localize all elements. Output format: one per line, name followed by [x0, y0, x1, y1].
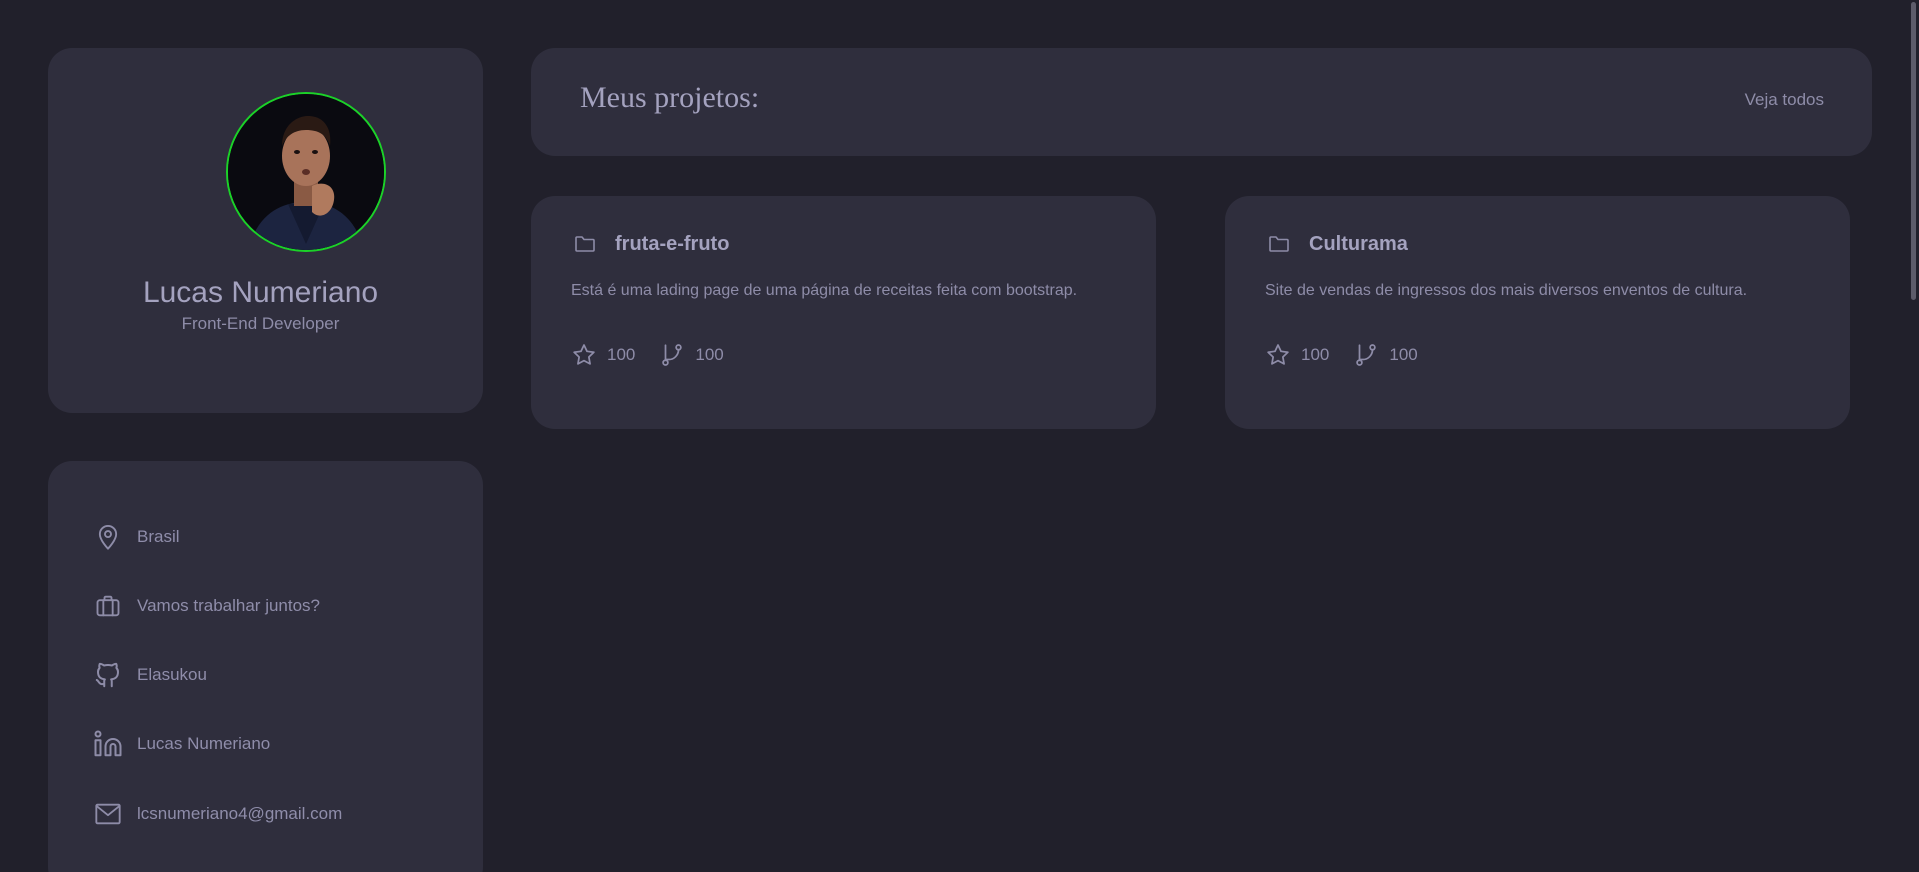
- vertical-scrollbar[interactable]: [1909, 0, 1919, 872]
- project-header: fruta-e-fruto: [571, 230, 729, 258]
- briefcase-icon: [92, 590, 124, 622]
- linkedin-icon: [92, 728, 124, 760]
- project-card[interactable]: fruta-e-fruto Está é uma lading page de …: [531, 196, 1156, 429]
- info-item-label: Elasukou: [137, 665, 207, 684]
- stars-stat: 100: [571, 342, 635, 368]
- info-item-work[interactable]: Vamos trabalhar juntos?: [92, 586, 320, 626]
- info-item-email[interactable]: lcsnumeriano4@gmail.com: [92, 794, 342, 834]
- project-description: Site de vendas de ingressos dos mais div…: [1265, 282, 1748, 299]
- info-item-label: Lucas Numeriano: [137, 734, 271, 753]
- info-item-label: Vamos trabalhar juntos?: [137, 596, 321, 615]
- projects-title: Meus projetos:: [580, 81, 760, 114]
- forks-stat: 100: [659, 342, 724, 368]
- page: Lucas Numeriano Front-End Developer Bras…: [0, 0, 1919, 872]
- info-item-location: Brasil: [92, 517, 180, 557]
- location-pin-icon: [92, 521, 124, 553]
- project-stats: 100 100: [1265, 342, 1442, 368]
- project-header: Culturama: [1265, 230, 1408, 258]
- folder-icon: [571, 230, 599, 258]
- project-title: Culturama: [1309, 232, 1408, 255]
- info-item-label: lcsnumeriano4@gmail.com: [137, 804, 343, 823]
- info-item-linkedin[interactable]: Lucas Numeriano: [92, 724, 270, 764]
- project-stats: 100 100: [571, 342, 748, 368]
- info-item-github[interactable]: Elasukou: [92, 655, 207, 695]
- profile-card: Lucas Numeriano Front-End Developer: [48, 48, 483, 413]
- project-card[interactable]: Culturama Site de vendas de ingressos do…: [1225, 196, 1850, 429]
- see-all-link[interactable]: Veja todos: [1745, 90, 1824, 110]
- profile-role: Front-End Developer: [181, 314, 340, 333]
- project-description: Está é uma lading page de uma página de …: [571, 282, 1078, 299]
- folder-icon: [1265, 230, 1293, 258]
- contact-info-card: Brasil Vamos trabalhar juntos? Elasukou: [48, 461, 483, 872]
- star-icon: [571, 342, 597, 368]
- projects-header: Meus projetos: Veja todos: [531, 48, 1872, 156]
- github-icon: [92, 659, 124, 691]
- stars-count: 100: [1301, 345, 1330, 364]
- git-branch-icon: [659, 342, 685, 368]
- stars-count: 100: [607, 345, 636, 364]
- profile-name: Lucas Numeriano: [142, 276, 379, 309]
- forks-stat: 100: [1353, 342, 1418, 368]
- forks-count: 100: [695, 345, 724, 364]
- info-item-label: Brasil: [137, 527, 180, 546]
- star-icon: [1265, 342, 1291, 368]
- avatar: [226, 92, 386, 252]
- avatar-photo: [228, 94, 384, 250]
- scrollbar-thumb[interactable]: [1911, 2, 1916, 300]
- mail-icon: [92, 798, 124, 830]
- forks-count: 100: [1389, 345, 1418, 364]
- git-branch-icon: [1353, 342, 1379, 368]
- stars-stat: 100: [1265, 342, 1329, 368]
- project-title: fruta-e-fruto: [615, 232, 730, 255]
